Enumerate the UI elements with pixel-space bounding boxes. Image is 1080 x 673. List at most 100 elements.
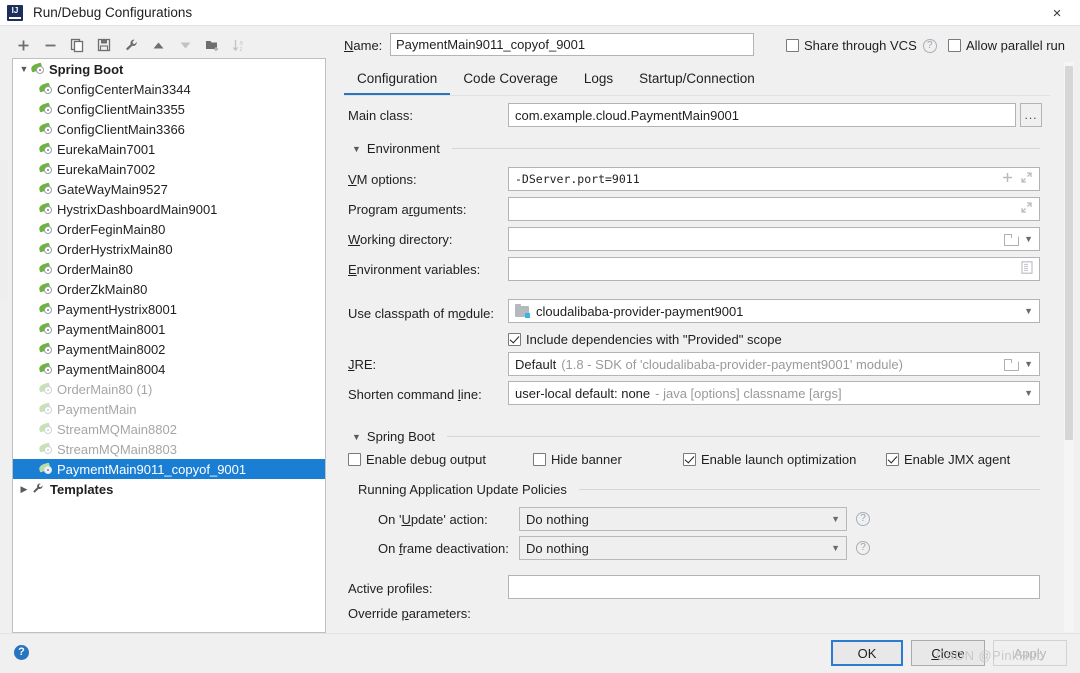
enable-debug-output-label: Enable debug output xyxy=(366,452,486,467)
chevron-down-icon[interactable]: ▼ xyxy=(17,62,31,76)
chevron-down-icon[interactable]: ▼ xyxy=(831,514,840,524)
save-configuration-button[interactable] xyxy=(91,33,117,57)
tabs-divider xyxy=(344,95,1050,96)
checkbox-box[interactable] xyxy=(348,453,361,466)
move-down-button[interactable] xyxy=(172,33,198,57)
tree-item-paymentmain[interactable]: PaymentMain xyxy=(13,399,325,419)
chevron-right-icon[interactable]: ▶ xyxy=(17,482,31,496)
folder-browse-icon[interactable] xyxy=(1004,358,1020,371)
tree-item-orderhystrixmain80[interactable]: OrderHystrixMain80 xyxy=(13,239,325,259)
chevron-down-icon[interactable]: ▼ xyxy=(1024,359,1033,369)
vm-options-label: VM options: xyxy=(348,172,417,187)
jre-combobox[interactable]: Default (1.8 - SDK of 'cloudalibaba-prov… xyxy=(508,352,1040,376)
edit-variables-icon[interactable] xyxy=(1021,261,1033,277)
spring-boot-section-header[interactable]: ▼ Spring Boot xyxy=(352,429,1040,444)
remove-configuration-button[interactable] xyxy=(37,33,63,57)
shorten-command-line-combobox[interactable]: user-local default: none - java [options… xyxy=(508,381,1040,405)
tree-item-paymenthystrix8001[interactable]: PaymentHystrix8001 xyxy=(13,299,325,319)
tree-item-gatewaymain9527[interactable]: GateWayMain9527 xyxy=(13,179,325,199)
tree-item-eurekamain7002[interactable]: EurekaMain7002 xyxy=(13,159,325,179)
share-through-vcs-checkbox[interactable]: Share through VCS ? xyxy=(786,38,937,53)
spring-boot-icon xyxy=(38,442,55,456)
working-directory-input[interactable]: ▼ xyxy=(508,227,1040,251)
tree-item-paymentmain9011-copyof-9001[interactable]: PaymentMain9011_copyof_9001 xyxy=(13,459,325,479)
chevron-down-icon[interactable]: ▼ xyxy=(1024,234,1033,244)
add-configuration-button[interactable] xyxy=(10,33,36,57)
tree-item-configcentermain3344[interactable]: ConfigCenterMain3344 xyxy=(13,79,325,99)
checkbox-box[interactable] xyxy=(948,39,961,52)
tree-item-configclientmain3366[interactable]: ConfigClientMain3366 xyxy=(13,119,325,139)
checkbox-box[interactable] xyxy=(786,39,799,52)
enable-launch-optimization-checkbox[interactable]: Enable launch optimization xyxy=(683,452,856,467)
expand-editor-icon[interactable] xyxy=(1020,201,1033,217)
chevron-down-icon[interactable]: ▼ xyxy=(1024,306,1033,316)
chevron-down-icon[interactable]: ▼ xyxy=(1024,388,1033,398)
folder-browse-icon[interactable] xyxy=(1004,233,1020,246)
tree-item-paymentmain8001[interactable]: PaymentMain8001 xyxy=(13,319,325,339)
copy-configuration-button[interactable] xyxy=(64,33,90,57)
close-icon[interactable]: × xyxy=(1034,0,1080,26)
vm-options-input[interactable]: -DServer.port=9011 xyxy=(508,167,1040,191)
left-edge-scroll-strip xyxy=(0,160,8,300)
sort-alpha-button[interactable]: a z xyxy=(226,33,252,57)
allow-parallel-run-checkbox[interactable]: Allow parallel run xyxy=(948,38,1065,53)
checkbox-box[interactable] xyxy=(886,453,899,466)
share-vcs-help-icon[interactable]: ? xyxy=(922,38,937,53)
use-classpath-combobox[interactable]: cloudalibaba-provider-payment9001 ▼ xyxy=(508,299,1040,323)
spring-boot-icon xyxy=(30,62,47,76)
tree-item-hystrixdashboardmain9001[interactable]: HystrixDashboardMain9001 xyxy=(13,199,325,219)
on-update-help-icon[interactable]: ? xyxy=(856,512,870,526)
environment-variables-input[interactable] xyxy=(508,257,1040,281)
jre-value: Default xyxy=(515,356,557,372)
on-frame-deactivation-combobox[interactable]: Do nothing ▼ xyxy=(519,536,847,560)
tree-item-paymentmain8004[interactable]: PaymentMain8004 xyxy=(13,359,325,379)
checkbox-box[interactable] xyxy=(533,453,546,466)
tab-configuration[interactable]: Configuration xyxy=(344,68,451,96)
chevron-down-icon[interactable]: ▼ xyxy=(352,432,361,442)
spring-boot-icon xyxy=(38,362,55,376)
tree-item-streammqmain8803[interactable]: StreamMQMain8803 xyxy=(13,439,325,459)
edit-templates-wrench-icon[interactable] xyxy=(118,33,144,57)
tree-item-label: ConfigClientMain3366 xyxy=(57,121,185,137)
tree-item-paymentmain8002[interactable]: PaymentMain8002 xyxy=(13,339,325,359)
tab-code-coverage[interactable]: Code Coverage xyxy=(450,68,571,96)
expand-editor-icon[interactable] xyxy=(1020,171,1033,187)
tab-startup-connection[interactable]: Startup/Connection xyxy=(626,68,768,96)
new-folder-button[interactable] xyxy=(199,33,225,57)
on-update-action-combobox[interactable]: Do nothing ▼ xyxy=(519,507,847,531)
add-macro-icon[interactable] xyxy=(1001,171,1014,187)
tree-item-orderfeginmain80[interactable]: OrderFeginMain80 xyxy=(13,219,325,239)
tree-item-configclientmain3355[interactable]: ConfigClientMain3355 xyxy=(13,99,325,119)
hide-banner-checkbox[interactable]: Hide banner xyxy=(533,452,622,467)
tree-node-templates[interactable]: ▶ Templates xyxy=(13,479,325,499)
main-class-input[interactable]: com.example.cloud.PaymentMain9001 xyxy=(508,103,1016,127)
spring-boot-icon xyxy=(38,342,55,356)
main-class-browse-button[interactable]: ... xyxy=(1020,103,1042,127)
move-up-button[interactable] xyxy=(145,33,171,57)
configurations-tree[interactable]: ▼ Spring Boot ConfigCenterMain3344 Confi… xyxy=(12,58,326,633)
checkbox-box[interactable] xyxy=(683,453,696,466)
spring-boot-icon xyxy=(38,382,55,396)
right-scrollbar-thumb[interactable] xyxy=(1065,66,1073,440)
environment-section-header[interactable]: ▼ Environment xyxy=(352,141,1040,156)
tree-item-ordermain80[interactable]: OrderMain80 xyxy=(13,259,325,279)
tree-item-label: ConfigClientMain3355 xyxy=(57,101,185,117)
enable-jmx-agent-checkbox[interactable]: Enable JMX agent xyxy=(886,452,1010,467)
ok-button[interactable]: OK xyxy=(831,640,903,666)
name-input[interactable] xyxy=(390,33,754,56)
program-arguments-input[interactable] xyxy=(508,197,1040,221)
tab-logs[interactable]: Logs xyxy=(571,68,626,96)
chevron-down-icon[interactable]: ▼ xyxy=(831,543,840,553)
include-dependencies-checkbox[interactable]: Include dependencies with "Provided" sco… xyxy=(508,332,782,347)
chevron-down-icon[interactable]: ▼ xyxy=(352,144,361,154)
help-button[interactable]: ? xyxy=(14,645,29,660)
enable-debug-output-checkbox[interactable]: Enable debug output xyxy=(348,452,486,467)
active-profiles-input[interactable] xyxy=(508,575,1040,599)
tree-root-spring-boot[interactable]: ▼ Spring Boot xyxy=(13,59,325,79)
tree-item-ordermain80-1[interactable]: OrderMain80 (1) xyxy=(13,379,325,399)
tree-item-eurekamain7001[interactable]: EurekaMain7001 xyxy=(13,139,325,159)
on-frame-help-icon[interactable]: ? xyxy=(856,541,870,555)
tree-item-orderzkmain80[interactable]: OrderZkMain80 xyxy=(13,279,325,299)
tree-item-streammqmain8802[interactable]: StreamMQMain8802 xyxy=(13,419,325,439)
checkbox-box[interactable] xyxy=(508,333,521,346)
